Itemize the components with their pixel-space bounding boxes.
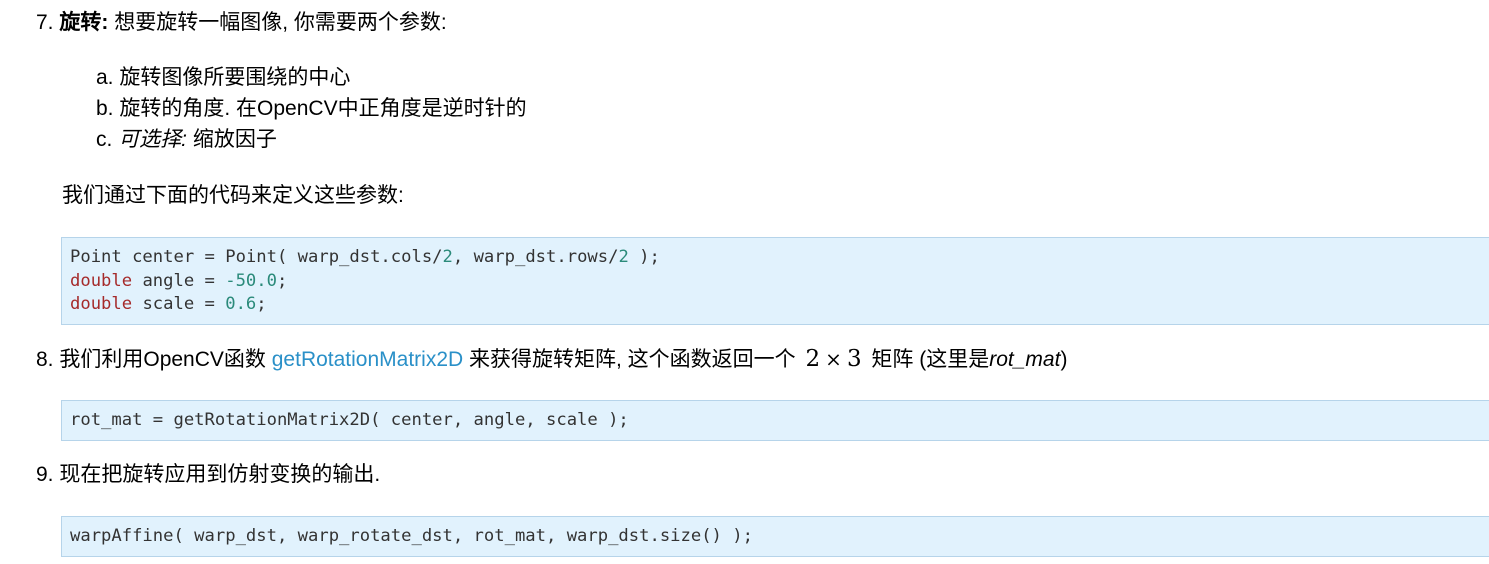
code-number: -50.0 — [225, 270, 277, 291]
step-9-heading: 9. 现在把旋转应用到仿射变换的输出. — [36, 461, 380, 489]
math-term: 2 — [805, 346, 821, 372]
step-title: 旋转: — [59, 11, 109, 34]
math-operator: × — [825, 347, 842, 371]
sub-item-marker: a. — [96, 66, 114, 89]
sub-item-text: 旋转图像所要围绕的中心 — [119, 66, 351, 89]
step-number: 7. — [36, 11, 54, 34]
code-number: 0.6 — [225, 294, 257, 314]
step-8-heading: 8. 我们利用OpenCV函数 getRotationMatrix2D 来获得旋… — [36, 345, 1067, 374]
code-number: 2 — [618, 247, 629, 267]
sub-item-text: 旋转的角度. 在OpenCV中正角度是逆时针的 — [119, 97, 527, 120]
sub-item-text: 缩放因子 — [192, 128, 277, 151]
variable-name: rot_mat — [989, 348, 1061, 371]
followup-text: 我们通过下面的代码来定义这些参数: — [62, 184, 404, 207]
math-expression: 2 × 3 — [802, 346, 866, 372]
getrotationmatrix2d-link[interactable]: getRotationMatrix2D — [272, 348, 463, 371]
code-keyword: double — [70, 270, 133, 291]
sub-item-marker: b. — [96, 97, 114, 120]
code-line: double angle = -50.0; — [70, 270, 1489, 294]
code-block-warp-affine: warpAffine( warp_dst, warp_rotate_dst, r… — [61, 516, 1489, 557]
step-number: 8. — [36, 348, 54, 371]
code-block-params: Point center = Point( warp_dst.cols/2, w… — [61, 237, 1489, 325]
code-line: warpAffine( warp_dst, warp_rotate_dst, r… — [70, 526, 753, 546]
code-block-rotation-matrix: rot_mat = getRotationMatrix2D( center, a… — [61, 400, 1489, 441]
step-text: 我们利用OpenCV函数 — [59, 348, 266, 371]
step-text: 来获得旋转矩阵, 这个函数返回一个 — [469, 348, 796, 371]
step-text: 想要旋转一幅图像, 你需要两个参数: — [114, 11, 447, 34]
sub-item-b: b. 旋转的角度. 在OpenCV中正角度是逆时针的 — [96, 95, 527, 123]
code-keyword: double — [70, 294, 133, 314]
sub-item-c: c. 可选择: 缩放因子 — [96, 126, 277, 154]
code-text: ; — [256, 294, 267, 314]
code-text: angle = — [132, 270, 226, 291]
code-line: Point center = Point( warp_dst.cols/2, w… — [70, 246, 1489, 270]
code-text: , warp_dst.rows/ — [452, 247, 619, 267]
code-number: 2 — [442, 247, 453, 267]
sub-item-marker: c. — [96, 128, 113, 151]
step-number: 9. — [36, 463, 54, 486]
step-text: 现在把旋转应用到仿射变换的输出. — [59, 463, 381, 486]
sub-item-a: a. 旋转图像所要围绕的中心 — [96, 64, 350, 92]
code-line: double scale = 0.6; — [70, 293, 1489, 317]
code-text: ; — [276, 270, 288, 291]
step-text: 矩阵 (这里是 — [871, 348, 990, 371]
math-term: 3 — [846, 346, 862, 372]
code-text: scale = — [132, 294, 226, 314]
code-text: Point center = Point( warp_dst.cols/ — [70, 247, 443, 267]
sub-item-italic: 可选择: — [118, 128, 188, 151]
code-text: ); — [628, 247, 660, 267]
step-text: ) — [1060, 348, 1068, 371]
step-7-heading: 7. 旋转: 想要旋转一幅图像, 你需要两个参数: — [36, 9, 447, 37]
code-line: rot_mat = getRotationMatrix2D( center, a… — [70, 410, 629, 430]
